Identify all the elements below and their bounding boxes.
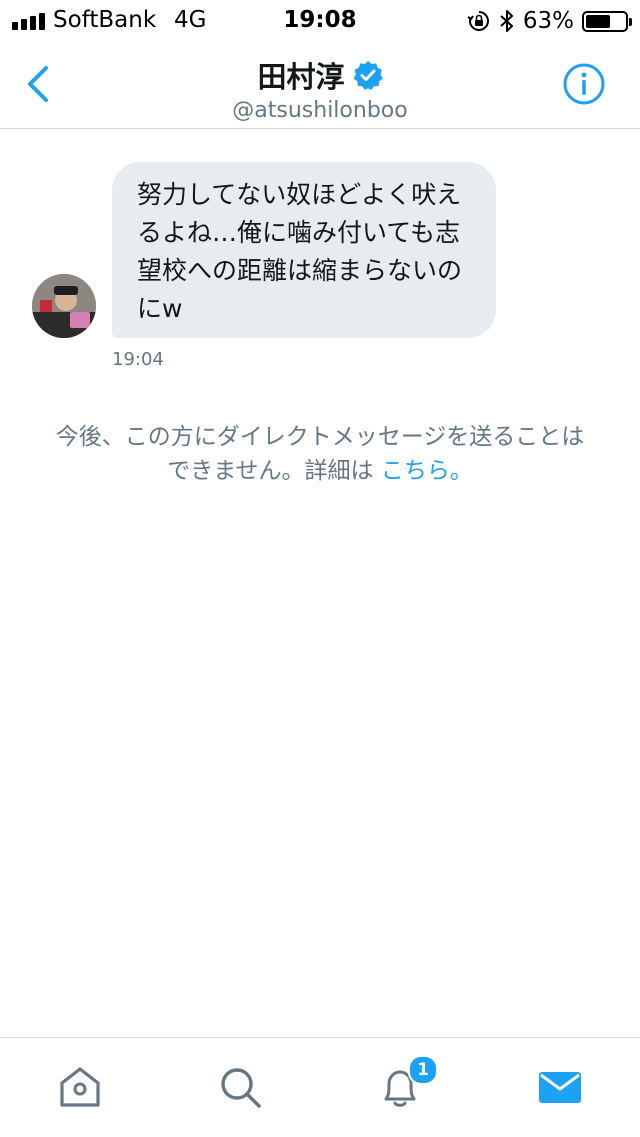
message-bubble[interactable]: 努力してない奴ほどよく吠えるよね…俺に噛み付いても志望校への距離は縮まらないのに…	[112, 162, 496, 338]
avatar[interactable]	[32, 274, 96, 338]
learn-more-link[interactable]: こちら。	[381, 458, 473, 484]
tab-bar: 1	[0, 1037, 640, 1137]
mail-icon	[539, 1072, 581, 1103]
battery-level-fill	[586, 14, 610, 28]
conversation-header: 田村淳 @atsushilonboo	[0, 42, 640, 129]
verified-badge-icon	[353, 61, 383, 90]
notice-line-1: 今後、この方にダイレクトメッセージを送ることは	[55, 424, 585, 450]
bluetooth-icon	[500, 10, 513, 32]
contact-name: 田村淳	[257, 60, 345, 94]
info-button[interactable]	[562, 62, 606, 106]
battery-percent: 63%	[522, 8, 574, 34]
search-icon	[221, 1068, 261, 1108]
tab-messages[interactable]	[536, 1063, 584, 1111]
info-icon	[563, 63, 605, 105]
home-icon	[60, 1067, 100, 1107]
message-timestamp: 19:04	[112, 349, 164, 370]
battery-icon	[582, 10, 632, 32]
avatar-photo	[32, 274, 96, 338]
tab-home[interactable]	[56, 1063, 104, 1111]
conversation-title[interactable]: 田村淳 @atsushilonboo	[0, 54, 640, 123]
status-bar: SoftBank 4G 19:08 63%	[0, 0, 640, 42]
notification-count-badge: 1	[408, 1055, 438, 1085]
notice-line-2: できません。詳細は	[167, 458, 381, 484]
dm-unavailable-notice: 今後、この方にダイレクトメッセージを送ることは できません。詳細は こちら。	[0, 420, 640, 488]
orientation-lock-icon	[467, 11, 489, 31]
tab-search[interactable]	[216, 1063, 264, 1111]
contact-handle: @atsushilonboo	[232, 98, 408, 123]
tab-notifications[interactable]: 1	[376, 1055, 438, 1111]
